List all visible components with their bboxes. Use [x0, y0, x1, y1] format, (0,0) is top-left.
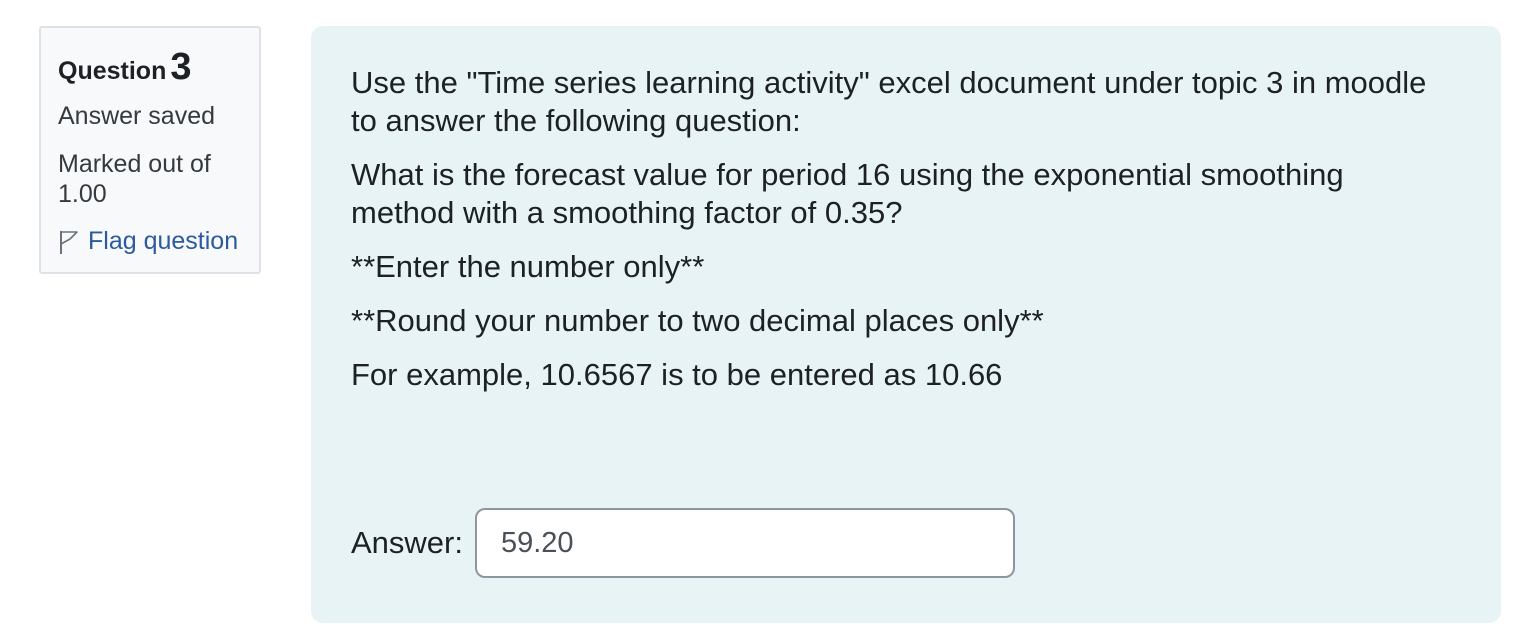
question-paragraph: **Enter the number only**: [351, 249, 705, 284]
question-word: Question: [58, 57, 167, 85]
question-grade: Marked out of 1.00: [58, 150, 211, 208]
flag-question-link[interactable]: Flag question: [58, 227, 238, 256]
question-text: Use the "Time series learning activity" …: [351, 64, 1431, 410]
question-info-panel: Question 3 Answer saved Marked out of 1.0…: [39, 26, 261, 274]
question-paragraph: For example, 10.6567 is to be entered as…: [351, 357, 1003, 392]
flag-question-label: Flag question: [88, 227, 239, 255]
question-heading: Question 3: [58, 46, 191, 89]
flag-outline-icon: [60, 230, 78, 254]
question-content: Use the "Time series learning activity" …: [311, 26, 1501, 623]
answer-row: Answer:: [351, 508, 1015, 578]
question-paragraph: What is the forecast value for period 16…: [351, 157, 1344, 230]
question-paragraph: **Round your number to two decimal place…: [351, 303, 1044, 338]
answer-label: Answer:: [351, 525, 463, 560]
question-number: 3: [170, 46, 192, 88]
question-state: Answer saved: [58, 102, 216, 130]
question-paragraph: Use the "Time series learning activity" …: [351, 65, 1427, 138]
answer-input[interactable]: [474, 508, 1015, 578]
